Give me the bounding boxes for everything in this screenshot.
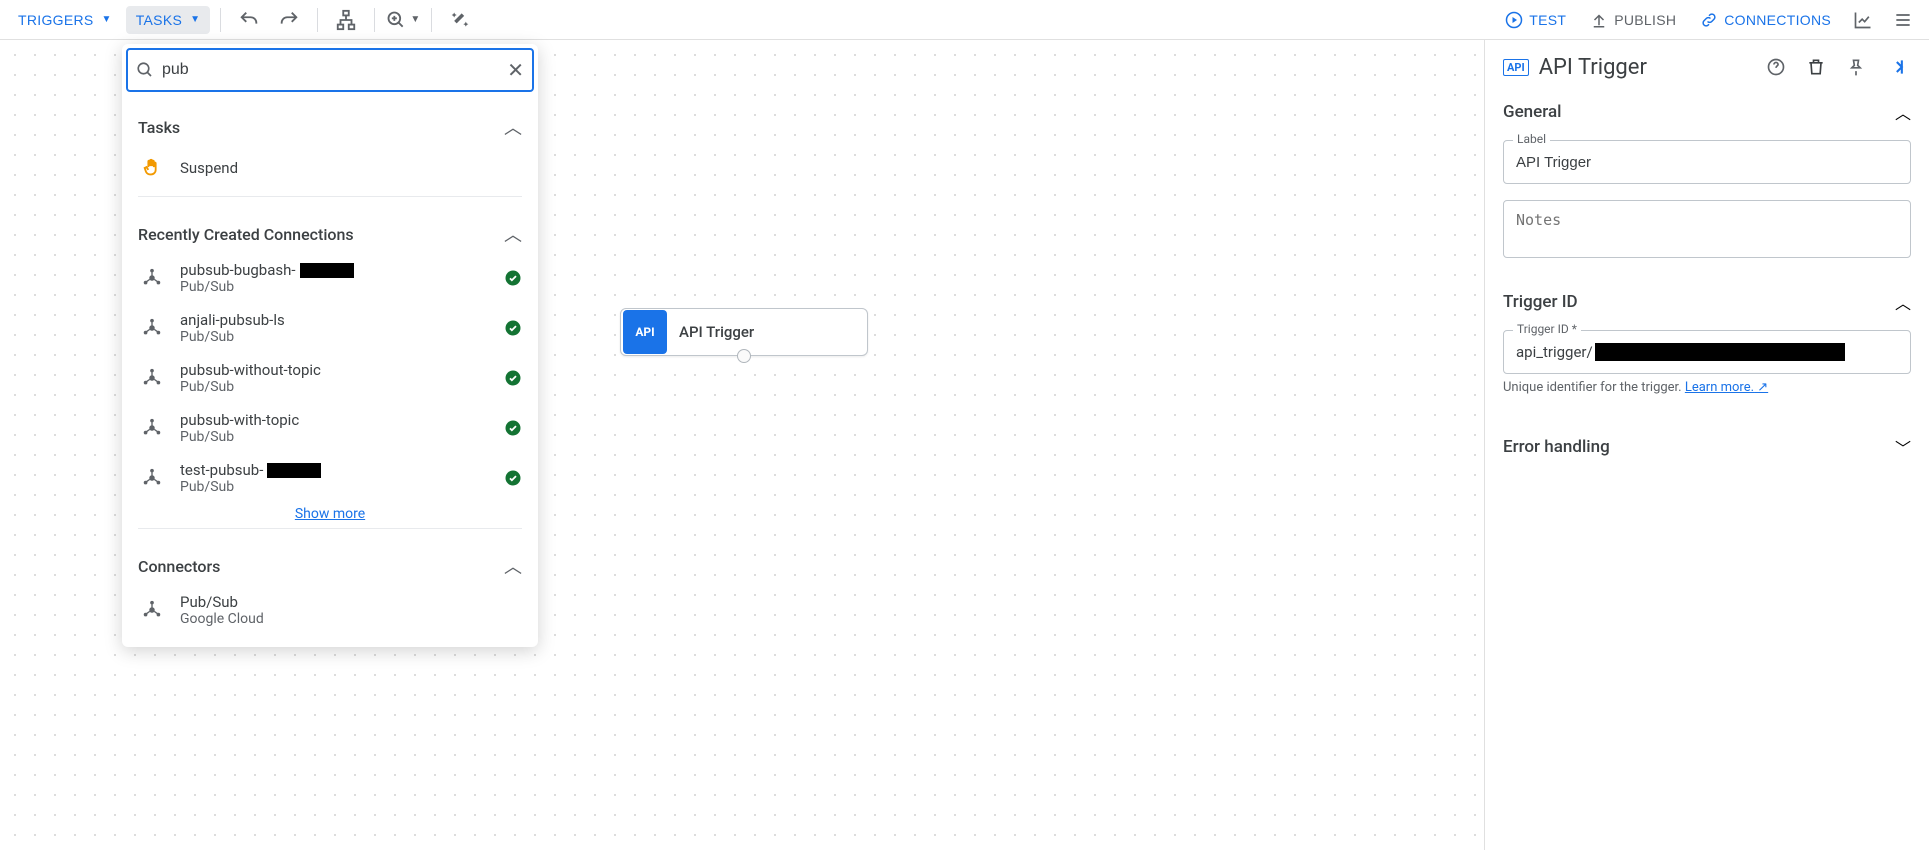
- divider: [220, 8, 221, 32]
- connection-item[interactable]: anjali-pubsub-ls Pub/Sub: [122, 303, 538, 353]
- general-section[interactable]: General ︿: [1503, 100, 1911, 124]
- check-icon: [504, 419, 522, 437]
- redo-button[interactable]: [271, 2, 307, 38]
- connections-button[interactable]: CONNECTIONS: [1690, 5, 1841, 35]
- recent-connections-header[interactable]: Recently Created Connections ︿: [122, 203, 538, 253]
- task-suspend[interactable]: Suspend: [122, 146, 538, 190]
- divider: [374, 8, 375, 32]
- help-icon[interactable]: [1761, 52, 1791, 82]
- triggers-dropdown[interactable]: TRIGGERS▼: [8, 6, 122, 34]
- clear-search-button[interactable]: ✕: [507, 58, 524, 83]
- check-icon: [504, 369, 522, 387]
- properties-panel: API API Trigger General ︿ Label Trigger …: [1484, 40, 1929, 850]
- undo-button[interactable]: [231, 2, 267, 38]
- task-search-panel: ✕ Tasks ︿ Suspend Recently Created Conne…: [122, 44, 538, 647]
- check-icon: [504, 269, 522, 287]
- toolbar: TRIGGERS▼ TASKS▼ ▼ TEST PUBLISH CONNECTI…: [0, 0, 1929, 40]
- api-badge: API: [1503, 59, 1529, 76]
- node-port[interactable]: [737, 349, 751, 363]
- pin-icon[interactable]: [1841, 52, 1871, 82]
- connection-item[interactable]: pubsub-with-topic Pub/Sub: [122, 403, 538, 453]
- connection-item[interactable]: test-pubsub- Pub/Sub: [122, 453, 538, 503]
- learn-more-link[interactable]: Learn more. ↗: [1685, 380, 1768, 395]
- hub-icon: [138, 414, 166, 442]
- trigger-id-input[interactable]: api_trigger/: [1503, 330, 1911, 374]
- show-more-link[interactable]: Show more: [295, 506, 365, 522]
- trigger-id-field-label: Trigger ID *: [1513, 322, 1581, 336]
- node-badge: API: [623, 310, 667, 354]
- analytics-icon[interactable]: [1845, 2, 1881, 38]
- tasks-section-header[interactable]: Tasks ︿: [122, 96, 538, 146]
- hand-icon: [138, 154, 166, 182]
- trigger-id-helper: Unique identifier for the trigger. Learn…: [1503, 380, 1911, 395]
- menu-icon[interactable]: [1885, 2, 1921, 38]
- chevron-up-icon: ︿: [1895, 290, 1911, 314]
- search-icon: [136, 61, 154, 79]
- divider: [317, 8, 318, 32]
- check-icon: [504, 319, 522, 337]
- layout-icon[interactable]: [328, 2, 364, 38]
- label-input[interactable]: [1503, 140, 1911, 184]
- chevron-up-icon: ︿: [504, 114, 522, 140]
- chevron-up-icon: ︿: [1895, 100, 1911, 124]
- test-button[interactable]: TEST: [1495, 5, 1576, 35]
- magic-icon[interactable]: [442, 2, 478, 38]
- search-field-wrap: ✕: [126, 48, 534, 92]
- node-label: API Trigger: [679, 323, 754, 341]
- check-icon: [504, 469, 522, 487]
- hub-icon: [138, 264, 166, 292]
- chevron-down-icon: ﹀: [1895, 435, 1911, 459]
- connector-pubsub[interactable]: Pub/Sub Google Cloud: [122, 585, 538, 635]
- error-handling-section[interactable]: Error handling ﹀: [1503, 435, 1911, 459]
- label-field-label: Label: [1513, 132, 1550, 146]
- connection-item[interactable]: pubsub-bugbash- Pub/Sub: [122, 253, 538, 303]
- panel-title: API Trigger: [1539, 55, 1751, 80]
- divider: [431, 8, 432, 32]
- search-input[interactable]: [162, 61, 499, 79]
- publish-button[interactable]: PUBLISH: [1580, 5, 1686, 35]
- collapse-panel-icon[interactable]: [1881, 52, 1911, 82]
- chevron-up-icon: ︿: [504, 553, 522, 579]
- delete-icon[interactable]: [1801, 52, 1831, 82]
- connectors-section-header[interactable]: Connectors ︿: [122, 535, 538, 585]
- hub-icon: [138, 364, 166, 392]
- chevron-up-icon: ︿: [504, 221, 522, 247]
- tasks-dropdown[interactable]: TASKS▼: [126, 6, 211, 34]
- hub-icon: [138, 464, 166, 492]
- zoom-dropdown[interactable]: ▼: [385, 2, 421, 38]
- trigger-id-section[interactable]: Trigger ID ︿: [1503, 290, 1911, 314]
- notes-input[interactable]: [1503, 200, 1911, 258]
- connection-item[interactable]: pubsub-without-topic Pub/Sub: [122, 353, 538, 403]
- api-trigger-node[interactable]: API API Trigger: [620, 308, 868, 356]
- hub-icon: [138, 314, 166, 342]
- hub-icon: [138, 596, 166, 624]
